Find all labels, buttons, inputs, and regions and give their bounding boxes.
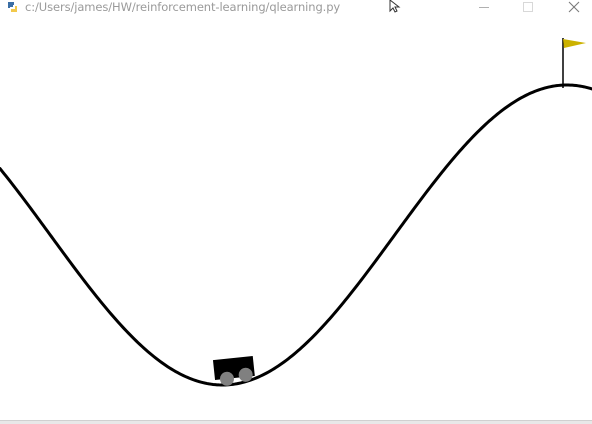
goal-flag bbox=[562, 38, 586, 88]
game-window: c:/Users/james/HW/reinforcement-learning… bbox=[0, 0, 592, 424]
car bbox=[212, 355, 255, 386]
mountain-car-scene bbox=[0, 38, 592, 387]
mountain-track bbox=[0, 83, 592, 387]
flag-icon bbox=[563, 39, 586, 48]
window-bottom-border bbox=[0, 420, 592, 424]
